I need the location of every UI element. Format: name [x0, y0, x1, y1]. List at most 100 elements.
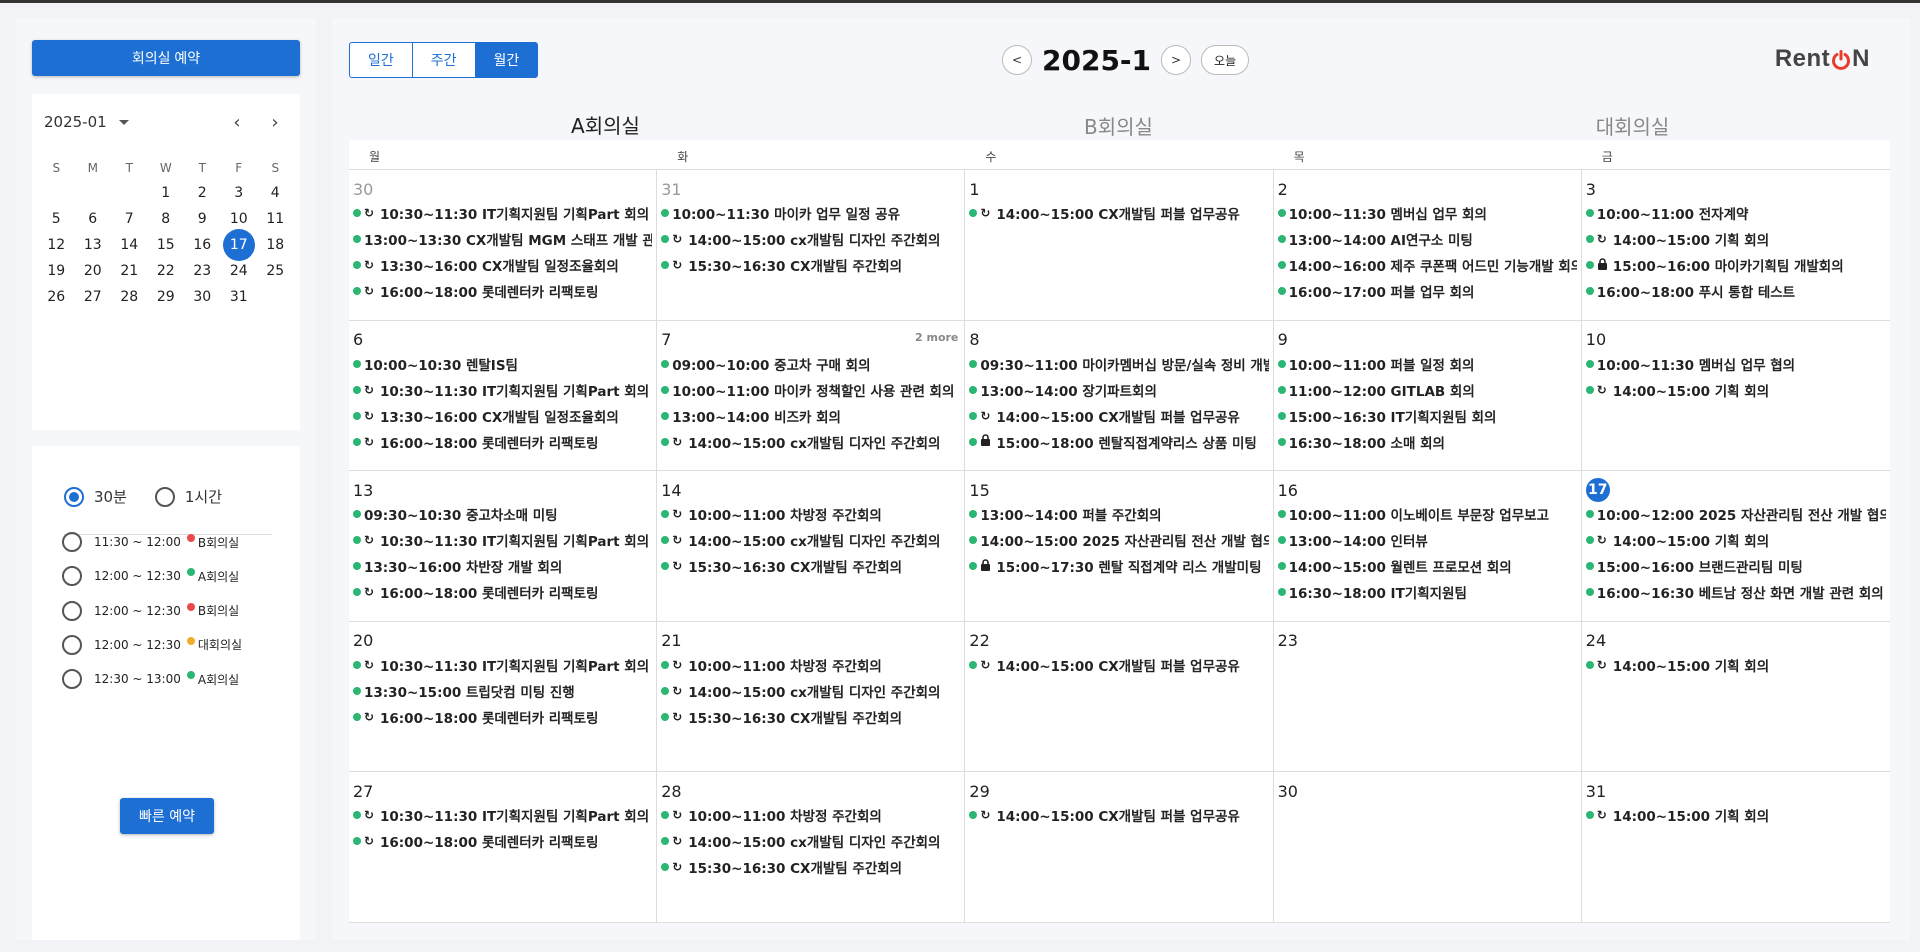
calendar-event[interactable]: ↻ 14:00~15:00 cx개발팀 디자인 주간회의 [661, 527, 960, 553]
calendar-event[interactable]: ↻ 10:30~11:30 IT기획지원팀 기획Part 회의 [353, 802, 652, 828]
calendar-event[interactable]: ↻ 13:30~16:00 CX개발팀 일정조율회의 [353, 252, 652, 278]
calendar-event[interactable]: 15:00~16:00 마이카기획팀 개발회의 [1585, 252, 1886, 278]
calendar-event[interactable]: ↻ 14:00~15:00 기획 회의 [1585, 377, 1886, 403]
calendar-event[interactable]: ↻ 10:30~11:30 IT기획지원팀 기획Part 회의 [353, 652, 652, 678]
more-events-link[interactable]: 2 more [915, 331, 958, 344]
calendar-event[interactable]: ↻ 14:00~15:00 기획 회의 [1585, 802, 1886, 828]
calendar-event[interactable]: ↻ 14:00~15:00 cx개발팀 디자인 주간회의 [661, 429, 960, 455]
view-tab[interactable]: 일간 [349, 42, 413, 78]
day-cell[interactable]: 31 ↻ 14:00~15:00 기획 회의 [1582, 772, 1890, 922]
calendar-event[interactable]: ↻ 14:00~15:00 cx개발팀 디자인 주간회의 [661, 678, 960, 704]
mini-day[interactable]: 25 [257, 258, 294, 284]
day-cell[interactable]: 3 10:00~11:00 전자계약 ↻ 14:00~15:00 기획 회의 15:00… [1582, 170, 1890, 320]
month-dropdown-caret-icon[interactable] [118, 119, 129, 125]
calendar-event[interactable]: 16:00~16:30 베트남 정산 화면 개발 관련 회의 [1585, 579, 1886, 605]
time-slot-option[interactable]: 12:00 ~ 12:30 대회의실 [62, 634, 242, 655]
calendar-event[interactable]: 13:00~14:00 장기파트회의 [969, 377, 1268, 403]
reserve-room-button[interactable]: 회의실 예약 [32, 40, 300, 76]
calendar-event[interactable]: 13:00~13:30 CX개발팀 MGM 스태프 개발 관련 [353, 226, 652, 252]
mini-day[interactable]: 8 [148, 206, 185, 232]
calendar-event[interactable]: ↻ 14:00~15:00 CX개발팀 퍼블 업무공유 [969, 802, 1268, 828]
calendar-event[interactable]: 13:00~14:00 퍼블 주간회의 [969, 501, 1268, 527]
day-cell[interactable]: 2 10:00~11:30 멤버십 업무 회의 13:00~14:00 AI연구소 … [1274, 170, 1582, 320]
mini-day[interactable]: 27 [75, 284, 112, 310]
mini-day[interactable]: 30 [184, 284, 221, 310]
calendar-event[interactable]: 13:00~14:00 인터뷰 [1277, 527, 1577, 553]
calendar-event[interactable]: 09:30~11:00 마이카멤버십 방문/실속 정비 개발 [969, 351, 1269, 377]
calendar-event[interactable]: ↻ 10:30~11:30 IT기획지원팀 기획Part 회의 [353, 527, 652, 553]
calendar-event[interactable]: ↻ 10:00~11:00 차방정 주간회의 [661, 501, 960, 527]
calendar-event[interactable]: 14:00~16:00 제주 쿠폰팩 어드민 기능개발 회의 [1277, 252, 1577, 278]
mini-day[interactable]: 26 [38, 284, 75, 310]
calendar-event[interactable]: ↻ 14:00~15:00 CX개발팀 퍼블 업무공유 [969, 403, 1268, 429]
time-slot-radio[interactable] [62, 566, 82, 587]
view-tab[interactable]: 월간 [474, 42, 539, 78]
mini-day[interactable]: 13 [75, 232, 112, 258]
calendar-event[interactable]: ↻ 13:30~16:00 CX개발팀 일정조율회의 [353, 403, 652, 429]
mini-day[interactable]: 31 [221, 284, 258, 310]
calendar-event[interactable]: 10:00~12:00 2025 자산관리팀 전산 개발 협의 [1585, 501, 1886, 527]
calendar-event[interactable]: ↻ 14:00~15:00 기획 회의 [1585, 226, 1886, 252]
day-cell[interactable]: 21 ↻ 10:00~11:00 차방정 주간회의 ↻ 14:00~15:00 cx개발… [657, 621, 966, 771]
calendar-event[interactable]: 10:00~11:30 멤버십 업무 협의 [1585, 351, 1886, 377]
day-cell[interactable]: 31 10:00~11:30 마이카 업무 일정 공유 ↻ 14:00~15:00 c… [657, 170, 966, 320]
calendar-event[interactable]: 11:00~12:00 GITLAB 회의 [1277, 377, 1577, 403]
prev-month-button[interactable]: < [1002, 45, 1032, 75]
time-slot-radio[interactable] [62, 669, 82, 690]
calendar-event[interactable]: 16:30~18:00 IT기획지원팀 [1277, 579, 1577, 605]
time-slot-option[interactable]: 12:00 ~ 12:30 A회의실 [62, 566, 239, 587]
calendar-event[interactable]: ↻ 15:30~16:30 CX개발팀 주간회의 [661, 553, 960, 579]
calendar-event[interactable]: 10:00~11:00 이노베이트 부문장 업무보고 [1277, 501, 1577, 527]
calendar-event[interactable]: 10:00~10:30 렌탈IS팀 [353, 351, 652, 377]
time-slot-option[interactable]: 12:30 ~ 13:00 A회의실 [62, 669, 239, 690]
day-cell[interactable]: 1 ↻ 14:00~15:00 CX개발팀 퍼블 업무공유 [965, 170, 1274, 320]
mini-day[interactable]: 11 [257, 206, 294, 232]
calendar-event[interactable]: 10:00~11:00 퍼블 일정 회의 [1277, 351, 1577, 377]
day-cell[interactable]: 30 ↻ 10:30~11:30 IT기획지원팀 기획Part 회의 13:00~13… [349, 170, 658, 320]
mini-day[interactable]: 21 [111, 258, 148, 284]
calendar-event[interactable]: ↻ 10:30~11:30 IT기획지원팀 기획Part 회의 [353, 377, 652, 403]
day-cell[interactable]: 13 09:30~10:30 중고차소매 미팅 ↻ 10:30~11:30 IT기획지… [349, 471, 658, 621]
mini-day[interactable]: 18 [257, 232, 294, 258]
mini-day[interactable]: 14 [111, 232, 148, 258]
calendar-event[interactable]: 13:00~14:00 AI연구소 미팅 [1277, 226, 1577, 252]
quick-reserve-button[interactable]: 빠른 예약 [120, 798, 214, 834]
mini-day[interactable]: 4 [257, 180, 294, 206]
day-cell[interactable]: 20 ↻ 10:30~11:30 IT기획지원팀 기획Part 회의 13:30~15… [349, 621, 658, 771]
calendar-event[interactable]: ↻ 16:00~18:00 롯데렌터카 리팩토링 [353, 704, 652, 730]
mini-day[interactable]: 6 [75, 206, 112, 232]
mini-day[interactable]: 9 [184, 206, 221, 232]
time-slot-radio[interactable] [62, 600, 82, 621]
calendar-event[interactable]: 16:00~17:00 퍼블 업무 회의 [1277, 278, 1577, 304]
calendar-event[interactable]: ↻ 15:30~16:30 CX개발팀 주간회의 [661, 854, 960, 880]
calendar-event[interactable]: 09:30~10:30 중고차소매 미팅 [353, 501, 652, 527]
calendar-event[interactable]: ↻ 14:00~15:00 cx개발팀 디자인 주간회의 [661, 226, 960, 252]
calendar-event[interactable]: 10:00~11:30 마이카 업무 일정 공유 [661, 200, 960, 226]
calendar-event[interactable]: ↻ 10:00~11:00 차방정 주간회의 [661, 802, 960, 828]
mini-day[interactable]: 22 [148, 258, 185, 284]
day-cell[interactable]: 7 2 more 09:00~10:00 중고차 구매 회의 10:00~11:00 … [657, 320, 966, 470]
day-cell[interactable]: 15 13:00~14:00 퍼블 주간회의 14:00~15:00 2025 자산… [965, 471, 1274, 621]
day-cell[interactable]: 8 09:30~11:00 마이카멤버십 방문/실속 정비 개발 13:00~14:… [965, 320, 1274, 470]
mini-prev-month-icon[interactable]: ‹ [220, 108, 254, 136]
calendar-event[interactable]: ↻ 14:00~15:00 CX개발팀 퍼블 업무공유 [969, 200, 1268, 226]
time-slot-radio[interactable] [62, 532, 82, 552]
day-cell[interactable]: 29 ↻ 14:00~15:00 CX개발팀 퍼블 업무공유 [965, 772, 1274, 922]
day-cell[interactable]: 24 ↻ 14:00~15:00 기획 회의 [1582, 622, 1890, 772]
calendar-event[interactable]: ↻ 16:00~18:00 롯데렌터카 리팩토링 [353, 828, 652, 854]
mini-day[interactable]: 17 [221, 229, 258, 261]
mini-day[interactable]: 24 [221, 258, 258, 284]
calendar-event[interactable]: 13:30~15:00 트립닷컴 미팅 진행 [353, 678, 652, 704]
time-slot-option[interactable]: 12:00 ~ 12:30 B회의실 [62, 600, 239, 621]
calendar-event[interactable]: 10:00~11:30 멤버십 업무 회의 [1277, 200, 1577, 226]
calendar-event[interactable]: 13:30~16:00 차반장 개발 회의 [353, 553, 652, 579]
calendar-event[interactable]: 16:00~18:00 푸시 통합 테스트 [1585, 278, 1886, 304]
calendar-event[interactable]: 13:00~14:00 비즈카 회의 [661, 403, 960, 429]
mini-day[interactable]: 2 [184, 180, 221, 206]
calendar-event[interactable]: 15:00~17:30 렌탈 직접계약 리스 개발미팅 [969, 553, 1268, 579]
mini-day[interactable]: 3 [221, 180, 258, 206]
calendar-event[interactable]: ↻ 10:00~11:00 차방정 주간회의 [661, 652, 960, 678]
mini-day[interactable]: 29 [148, 284, 185, 310]
day-cell[interactable]: 27 ↻ 10:30~11:30 IT기획지원팀 기획Part 회의 ↻ 16:00~1… [349, 772, 658, 922]
calendar-event[interactable]: ↻ 14:00~15:00 cx개발팀 디자인 주간회의 [661, 828, 960, 854]
